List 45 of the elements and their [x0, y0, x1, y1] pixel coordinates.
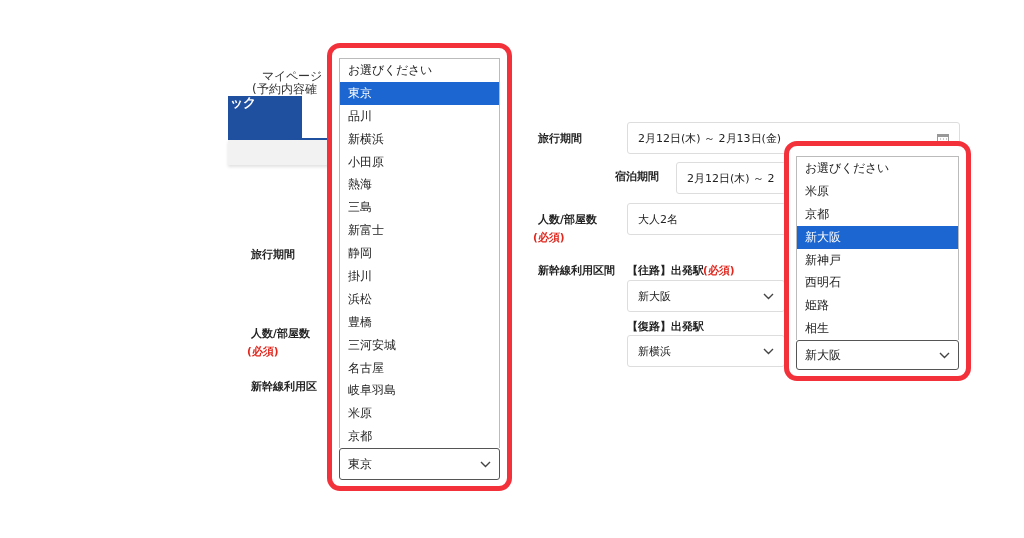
dropdown-option[interactable]: 西明石 [797, 271, 958, 295]
dropdown-option[interactable]: 米原 [340, 402, 499, 426]
form-label: 人数/部屋数 [251, 327, 310, 341]
form-label: 新幹線利用区 [251, 380, 317, 394]
field-label: 【往路】出発駅 [627, 264, 704, 278]
chevron-down-icon [480, 460, 491, 468]
form-label: 宿泊期間 [615, 170, 659, 184]
dropdown-option[interactable]: 三河安城 [340, 333, 499, 357]
required-note: (必須) [703, 264, 735, 278]
dropdown-option[interactable]: 新横浜 [340, 127, 499, 151]
chevron-down-icon [939, 351, 950, 359]
dropdown-option[interactable]: 新神戸 [797, 248, 958, 272]
form-label: 人数/部屋数 [538, 213, 597, 227]
dropdown-option[interactable]: 姫路 [797, 294, 958, 318]
form-label: 旅行期間 [251, 248, 295, 262]
dropdown-option[interactable]: 静岡 [340, 242, 499, 265]
mypage-subtitle: (予約内容確 [252, 83, 317, 96]
chevron-down-icon [763, 347, 774, 355]
mypage-link[interactable]: マイページ [262, 70, 322, 83]
station-select[interactable]: 東京 [339, 448, 500, 480]
dropdown-option[interactable]: 掛川 [340, 265, 499, 288]
chevron-down-icon [763, 292, 774, 300]
dropdown-option[interactable]: 相生 [797, 317, 958, 341]
station-select[interactable]: 新大阪 [627, 280, 785, 312]
station-select[interactable]: 新大阪 [796, 340, 959, 370]
dropdown-option[interactable]: 浜松 [340, 287, 499, 311]
form-label: 新幹線利用区間 [538, 264, 615, 278]
dropdown-option[interactable]: 三島 [340, 196, 499, 220]
dropdown-option[interactable]: 東京 [340, 81, 499, 105]
required-note: (必須) [533, 231, 565, 245]
dropdown-option[interactable]: 新大阪 [797, 225, 958, 249]
dropdown-option[interactable]: 名古屋 [340, 356, 499, 380]
dropdown-option[interactable]: 豊橋 [340, 310, 499, 334]
dropdown-option[interactable]: 小田原 [340, 150, 499, 174]
dropdown-option[interactable]: 品川 [340, 104, 499, 128]
dropdown-option[interactable]: 岐阜羽島 [340, 379, 499, 403]
dropdown-option[interactable]: 熱海 [340, 173, 499, 197]
dropdown-option[interactable]: 新富士 [340, 219, 499, 243]
field-label: 【復路】出発駅 [627, 320, 704, 334]
required-note: (必須) [247, 345, 279, 359]
dropdown-option[interactable]: お選びください [340, 59, 499, 82]
dropdown-option[interactable]: 京都 [340, 425, 499, 449]
form-label: 旅行期間 [538, 132, 582, 146]
nav-tab[interactable]: ック [228, 96, 302, 140]
station-select[interactable]: 新横浜 [627, 335, 785, 367]
